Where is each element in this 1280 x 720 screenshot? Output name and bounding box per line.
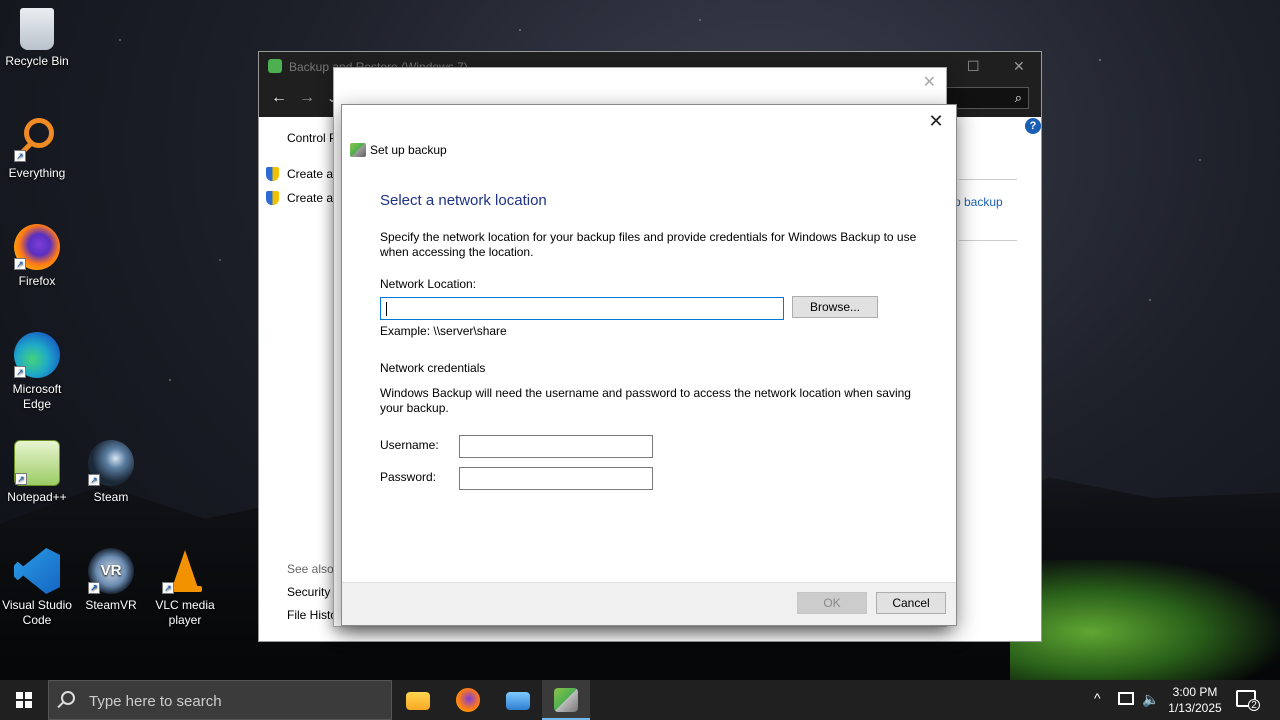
desktop-icon-label: SteamVR <box>85 598 137 612</box>
shortcut-arrow-icon: ↗ <box>88 582 100 594</box>
windows-logo-icon <box>16 692 32 708</box>
wallpaper-aurora <box>1010 560 1280 680</box>
browse-button[interactable]: Browse... <box>792 296 878 318</box>
shortcut-arrow-icon: ↗ <box>88 474 100 486</box>
divider <box>959 240 1017 241</box>
dialog-header: Set up backup <box>350 143 447 157</box>
desktop-icon-label: Everything <box>8 166 66 180</box>
taskbar-file-explorer[interactable] <box>394 680 442 720</box>
edge-icon: ↗ <box>14 332 60 378</box>
taskbar-clock[interactable]: 3:00 PM 1/13/2025 <box>1164 684 1226 716</box>
firefox-icon <box>456 688 480 712</box>
recycle-bin-icon <box>20 8 54 50</box>
set-up-backup-dialog: ✕ Set up backup Select a network locatio… <box>341 104 957 626</box>
dialog-header-label: Set up backup <box>370 143 447 157</box>
shortcut-arrow-icon: ↗ <box>14 366 26 378</box>
search-placeholder: Type here to search <box>89 693 222 710</box>
backup-restore-icon <box>554 688 578 712</box>
firefox-icon: ↗ <box>14 224 60 270</box>
taskbar: Type here to search ^ 🔈 3:00 PM 1/13/202… <box>0 680 1280 720</box>
taskbar-backup-restore[interactable] <box>542 680 590 720</box>
control-panel-icon <box>506 692 530 710</box>
credentials-description: Windows Backup will need the username an… <box>380 386 911 415</box>
desktop-icon-microsoft-edge[interactable]: ↗ Microsoft Edge <box>0 332 74 412</box>
ok-button[interactable]: OK <box>797 592 867 614</box>
parent-dialog-close-icon[interactable]: ✕ <box>923 72 936 92</box>
window-close-icon[interactable]: ✕ <box>1013 58 1025 75</box>
security-link[interactable]: Security <box>287 585 330 599</box>
steamvr-icon: VR ↗ <box>88 548 134 594</box>
cancel-button[interactable]: Cancel <box>876 592 946 614</box>
search-icon: ⌕ <box>1014 90 1022 105</box>
vlc-cone-icon: ↗ <box>162 548 208 594</box>
help-icon[interactable]: ? <box>1025 118 1041 134</box>
forward-arrow-icon[interactable]: → <box>299 89 315 107</box>
network-icon[interactable] <box>1118 692 1134 705</box>
network-location-label: Network Location: <box>380 277 477 291</box>
desktop-icon-notepad-plus-plus[interactable]: ↗ Notepad++ <box>0 440 74 505</box>
credentials-heading: Network credentials <box>380 361 486 375</box>
steam-icon: ↗ <box>88 440 134 486</box>
clock-time: 3:00 PM <box>1172 685 1218 699</box>
shortcut-arrow-icon: ↗ <box>14 258 26 270</box>
username-label: Username: <box>380 438 439 452</box>
desktop-icon-steam[interactable]: ↗ Steam <box>74 440 148 505</box>
text-caret <box>386 302 387 316</box>
dialog-footer: OK Cancel <box>342 582 956 625</box>
shortcut-arrow-icon: ↗ <box>14 150 26 162</box>
create-system-image-link[interactable]: Create a <box>287 167 333 181</box>
notification-count-badge: 2 <box>1248 699 1260 711</box>
breadcrumb[interactable]: Control P <box>287 131 337 145</box>
taskbar-firefox[interactable] <box>444 680 492 720</box>
back-arrow-icon[interactable]: ← <box>271 89 287 107</box>
maximize-icon[interactable]: ☐ <box>967 58 980 75</box>
uac-shield-icon <box>266 191 279 205</box>
notepad-plus-plus-icon: ↗ <box>14 440 60 486</box>
desktop-icon-visual-studio-code[interactable]: Visual Studio Code <box>0 548 74 628</box>
taskbar-search-box[interactable]: Type here to search <box>48 680 392 720</box>
desktop-icon-firefox[interactable]: ↗ Firefox <box>0 224 74 289</box>
desktop-icon-label: Visual Studio Code <box>2 598 72 627</box>
desktop-icon-vlc[interactable]: ↗ VLC media player <box>148 548 222 628</box>
password-label: Password: <box>380 470 437 484</box>
desktop-icon-recycle-bin[interactable]: Recycle Bin <box>0 8 74 69</box>
set-up-backup-link[interactable]: p backup <box>954 195 1003 209</box>
volume-muted-icon[interactable]: 🔈 <box>1142 691 1159 720</box>
see-also-heading: See also <box>287 562 334 576</box>
vscode-icon <box>14 548 60 594</box>
divider <box>959 179 1017 180</box>
username-input[interactable] <box>459 435 653 458</box>
backup-icon <box>350 143 366 157</box>
search-icon <box>61 691 75 705</box>
dialog-close-button[interactable]: ✕ <box>926 111 946 131</box>
desktop-icon-label: Firefox <box>18 274 56 288</box>
file-explorer-icon <box>406 692 430 710</box>
desktop-icon-steamvr[interactable]: VR ↗ SteamVR <box>74 548 148 613</box>
taskbar-control-panel[interactable] <box>494 680 542 720</box>
start-button[interactable] <box>0 680 48 720</box>
network-location-input[interactable] <box>380 297 784 320</box>
clock-date: 1/13/2025 <box>1168 701 1222 715</box>
desktop-icon-label: VLC media player <box>155 598 215 627</box>
description-text: Specify the network location for your ba… <box>380 230 917 259</box>
shortcut-arrow-icon: ↗ <box>15 473 27 485</box>
desktop-icon-label: Recycle Bin <box>5 54 69 68</box>
shortcut-arrow-icon: ↗ <box>162 582 174 594</box>
everything-icon: ↗ <box>14 116 60 162</box>
desktop-icon-label: Steam <box>93 490 129 504</box>
password-input[interactable] <box>459 467 653 490</box>
desktop-icon-everything[interactable]: ↗ Everything <box>0 116 74 181</box>
desktop-icon-label: Notepad++ <box>7 490 67 504</box>
backup-restore-icon <box>268 59 282 73</box>
page-title: Select a network location <box>380 192 547 209</box>
action-center-icon[interactable]: 2 <box>1236 690 1260 711</box>
example-text: Example: \\server\share <box>380 324 507 338</box>
desktop-icon-label: Microsoft Edge <box>12 382 62 411</box>
create-repair-disc-link[interactable]: Create a <box>287 191 333 205</box>
uac-shield-icon <box>266 167 279 181</box>
show-hidden-icons-chevron[interactable]: ^ <box>1094 690 1101 720</box>
